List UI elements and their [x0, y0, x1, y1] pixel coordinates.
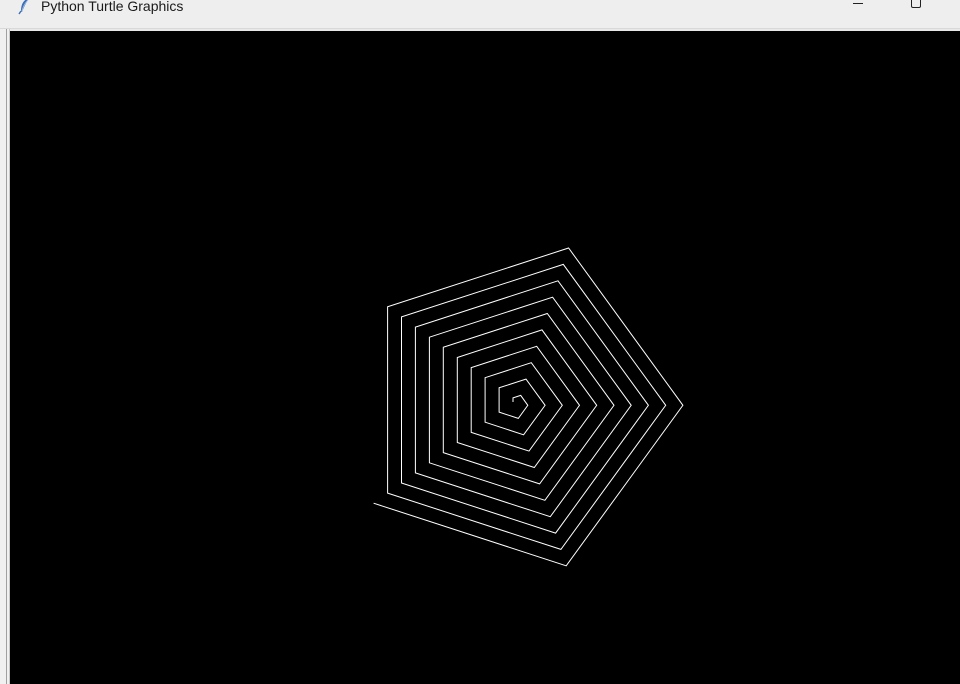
minimize-button[interactable] — [835, 0, 881, 16]
pentagon-spiral-line — [373, 247, 684, 567]
maximize-button[interactable] — [893, 0, 939, 16]
feather-icon — [17, 0, 33, 15]
minimize-icon — [852, 0, 864, 14]
turtle-canvas[interactable] — [10, 31, 960, 684]
spiral-drawing — [373, 247, 684, 567]
maximize-icon — [910, 0, 922, 14]
window-frame-left — [0, 29, 10, 684]
window-frame-divider — [6, 29, 7, 684]
window-title: Python Turtle Graphics — [41, 0, 184, 14]
turtle-window: Python Turtle Graphics — [0, 0, 960, 684]
title-bar[interactable]: Python Turtle Graphics — [0, 0, 960, 29]
